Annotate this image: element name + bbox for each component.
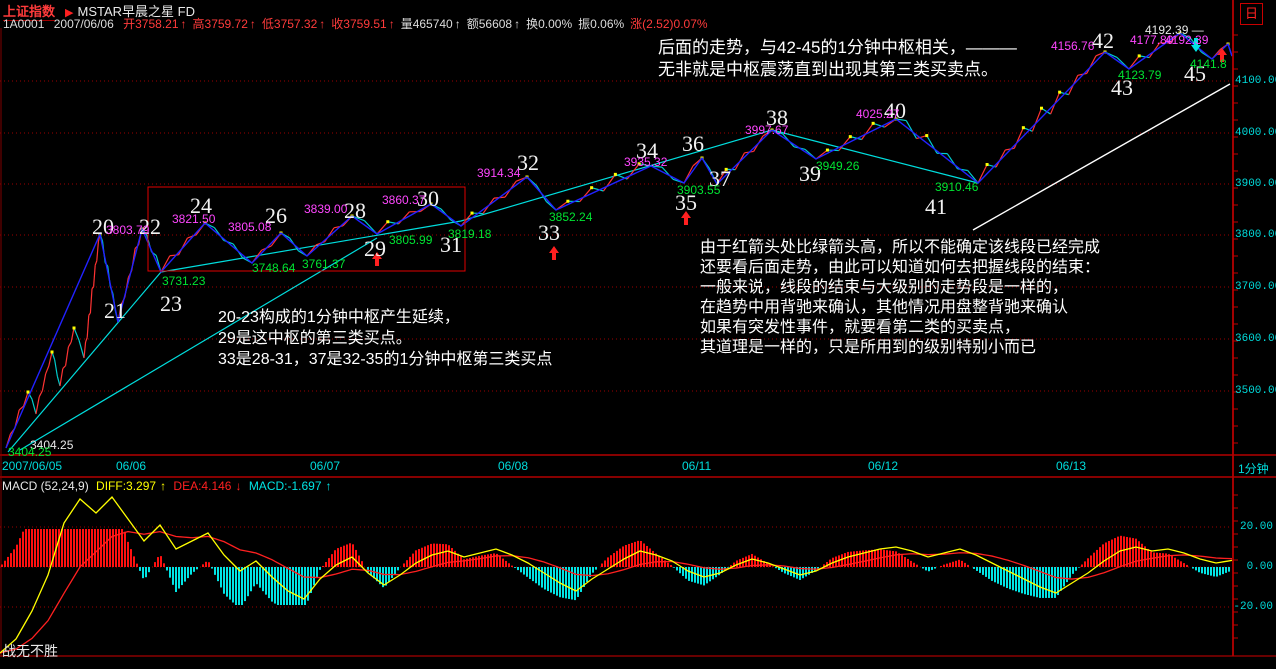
quote-field-涨: 涨(2.52)0.07%: [630, 17, 707, 31]
macd-caption: MACD (52,24,9) DIFF:3.297 ↑ DEA:4.146 ↓ MA…: [2, 479, 336, 493]
arrow-icon: ↑: [250, 17, 256, 31]
quote-field-振: 振0.06%: [578, 17, 624, 31]
quote-field-额: 额56608: [467, 17, 512, 31]
macd-arrow-icon: ↑: [326, 479, 332, 493]
arrow-icon: ↑: [181, 17, 187, 31]
quote-field-开: 开3758.21: [123, 17, 178, 31]
watermark: 战无不胜: [2, 641, 58, 661]
macd-value: MACD:-1.697: [249, 479, 322, 493]
arrow-icon: ↑: [514, 17, 520, 31]
quote-date: 2007/06/06: [54, 17, 114, 31]
chart-canvas[interactable]: [0, 0, 1276, 669]
diff-value: DIFF:3.297: [96, 479, 156, 493]
quote-field-量: 量465740: [401, 17, 453, 31]
quote-field-换: 换0.00%: [526, 17, 572, 31]
dea-arrow-icon: ↓: [235, 479, 241, 493]
quote-field-高: 高3759.72: [193, 17, 248, 31]
arrow-icon: ↑: [389, 17, 395, 31]
quote-bar: 1A0001 2007/06/06 开3758.21↑高3759.72↑低375…: [3, 15, 714, 32]
quote-field-收: 收3759.51: [331, 17, 386, 31]
arrow-icon: ↑: [455, 17, 461, 31]
period-label[interactable]: 1分钟: [1238, 460, 1269, 477]
mstar-app-window: { "header": { "index_name": "上证指数", "fla…: [0, 0, 1276, 669]
stock-code: 1A0001: [3, 17, 44, 31]
quote-field-低: 低3757.32: [262, 17, 317, 31]
period-day-icon[interactable]: 日: [1240, 3, 1263, 25]
dea-value: DEA:4.146: [173, 479, 231, 493]
diff-arrow-icon: ↑: [160, 479, 166, 493]
macd-params: MACD (52,24,9): [2, 479, 89, 493]
arrow-icon: ↑: [319, 17, 325, 31]
